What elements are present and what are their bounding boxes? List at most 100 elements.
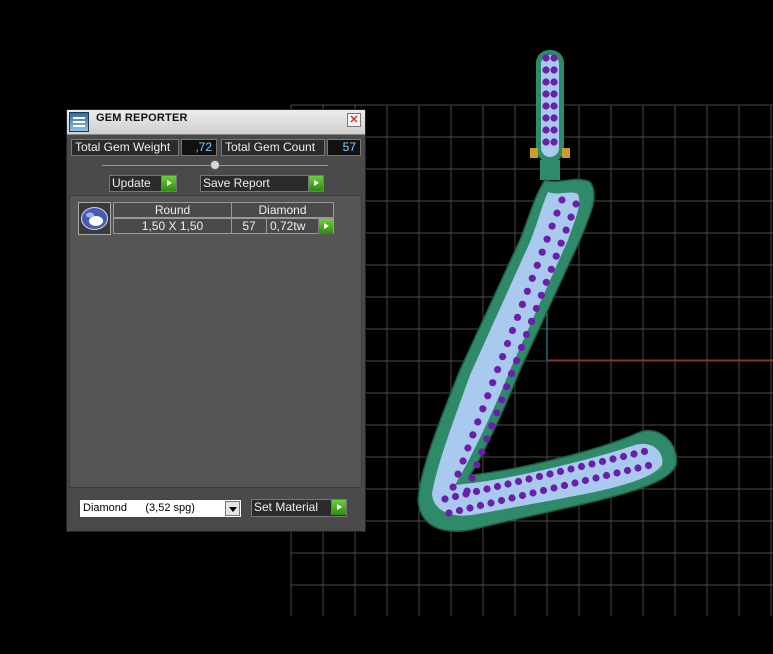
chevron-down-icon[interactable] <box>225 501 240 516</box>
gem-dot <box>581 476 590 485</box>
gem-dot <box>543 235 551 243</box>
close-icon[interactable]: ✕ <box>347 113 361 127</box>
gem-dot <box>550 54 558 62</box>
slider-handle[interactable] <box>210 160 220 170</box>
gem-dot <box>550 66 558 74</box>
gem-dot <box>577 462 586 471</box>
gem-dot <box>528 274 536 282</box>
gem-dot <box>558 196 566 204</box>
gem-weight-cell[interactable]: 0,72tw <box>266 218 334 234</box>
gem-dot <box>494 366 502 374</box>
gem-dot <box>542 126 550 134</box>
gem-dot <box>525 475 533 483</box>
gem-dot <box>602 471 611 480</box>
gem-dot <box>476 501 485 510</box>
gem-dot <box>542 54 550 62</box>
gem-dot <box>592 474 600 482</box>
gem-reporter-app-icon <box>69 112 89 132</box>
gem-dot <box>640 447 649 456</box>
gem-dot <box>464 444 472 452</box>
gem-list: Round Diamond 1,50 X 1,50 57 0,72tw <box>69 195 362 488</box>
gem-dot <box>542 66 550 74</box>
gem-dot <box>504 480 512 488</box>
play-arrow-icon <box>308 176 323 191</box>
gem-dot <box>508 326 517 335</box>
gem-dot <box>478 448 486 456</box>
gem-dot <box>508 494 516 502</box>
total-gem-weight-label: Total Gem Weight <box>71 139 179 156</box>
panel-title: GEM REPORTER <box>96 112 188 124</box>
gem-dot <box>547 265 555 273</box>
gem-dot <box>493 482 502 491</box>
gem-weight-value: 0,72tw <box>270 219 306 233</box>
gem-dot <box>598 457 607 466</box>
gem-dot <box>553 209 561 217</box>
gem-count-cell: 57 <box>231 218 267 234</box>
gem-dot <box>542 90 550 98</box>
play-arrow-icon <box>318 219 333 234</box>
gem-dot <box>487 499 495 507</box>
gem-dot <box>489 379 497 387</box>
gem-dot <box>454 470 462 478</box>
panel-titlebar[interactable]: GEM REPORTER ✕ <box>67 110 365 135</box>
gem-dot <box>459 457 467 465</box>
save-report-button[interactable]: Save Report <box>200 175 324 192</box>
gem-reporter-panel: GEM REPORTER ✕ Total Gem Weight ,72 Tota… <box>66 109 366 532</box>
gem-dot <box>523 287 532 295</box>
gem-dot <box>556 467 565 476</box>
gem-dot <box>498 396 506 404</box>
gem-dot <box>483 485 491 493</box>
gem-dot <box>533 261 541 269</box>
gem-dot <box>542 138 550 146</box>
gem-dot <box>527 317 536 325</box>
list-item[interactable]: Round Diamond 1,50 X 1,50 57 0,72tw <box>78 202 334 236</box>
gem-dot <box>537 291 546 299</box>
ring-connector <box>540 160 560 180</box>
gem-dot <box>550 126 558 134</box>
gem-dot <box>493 409 501 417</box>
update-button[interactable]: Update <box>109 175 177 192</box>
gem-dot <box>644 461 653 470</box>
material-dropdown[interactable]: Diamond (3,52 spg) <box>79 499 242 518</box>
gem-dot <box>484 392 492 400</box>
gem-dot <box>623 466 632 475</box>
gem-dot <box>550 114 558 122</box>
round-gem-icon <box>78 202 111 235</box>
gem-dot <box>588 460 596 468</box>
gem-dot <box>474 418 482 426</box>
gem-dot <box>552 252 560 260</box>
gem-dot <box>548 222 556 230</box>
gem-dot <box>455 506 464 515</box>
gem-dot <box>619 452 628 461</box>
gem-dot <box>468 474 476 482</box>
update-button-label: Update <box>112 176 151 190</box>
gem-dot <box>571 479 579 487</box>
gem-dot <box>562 226 570 234</box>
gem-dot <box>542 78 550 86</box>
gem-dot <box>497 496 506 505</box>
gem-dot <box>499 353 507 361</box>
gem-dot <box>550 102 558 110</box>
gem-dot <box>634 464 642 472</box>
gem-dot <box>522 330 531 339</box>
gem-dot <box>466 504 474 512</box>
gem-dot <box>572 200 580 208</box>
gem-dot <box>513 313 522 321</box>
gem-dot <box>462 490 470 498</box>
play-arrow-icon <box>161 176 176 191</box>
gem-dot <box>513 357 521 365</box>
set-material-button[interactable]: Set Material <box>251 499 347 517</box>
gem-dot <box>441 495 449 503</box>
gem-dot <box>472 487 481 496</box>
gem-dot <box>567 465 575 473</box>
gem-shape-cell: Round <box>113 202 232 218</box>
gem-dot <box>479 405 487 413</box>
gem-dot <box>532 304 541 312</box>
gem-dot <box>529 489 537 497</box>
gold-pin <box>530 148 538 158</box>
gem-dot <box>449 483 457 491</box>
gem-dot <box>503 383 511 391</box>
gem-dot <box>518 491 527 500</box>
gem-dot <box>542 114 550 122</box>
gem-material-cell: Diamond <box>231 202 334 218</box>
